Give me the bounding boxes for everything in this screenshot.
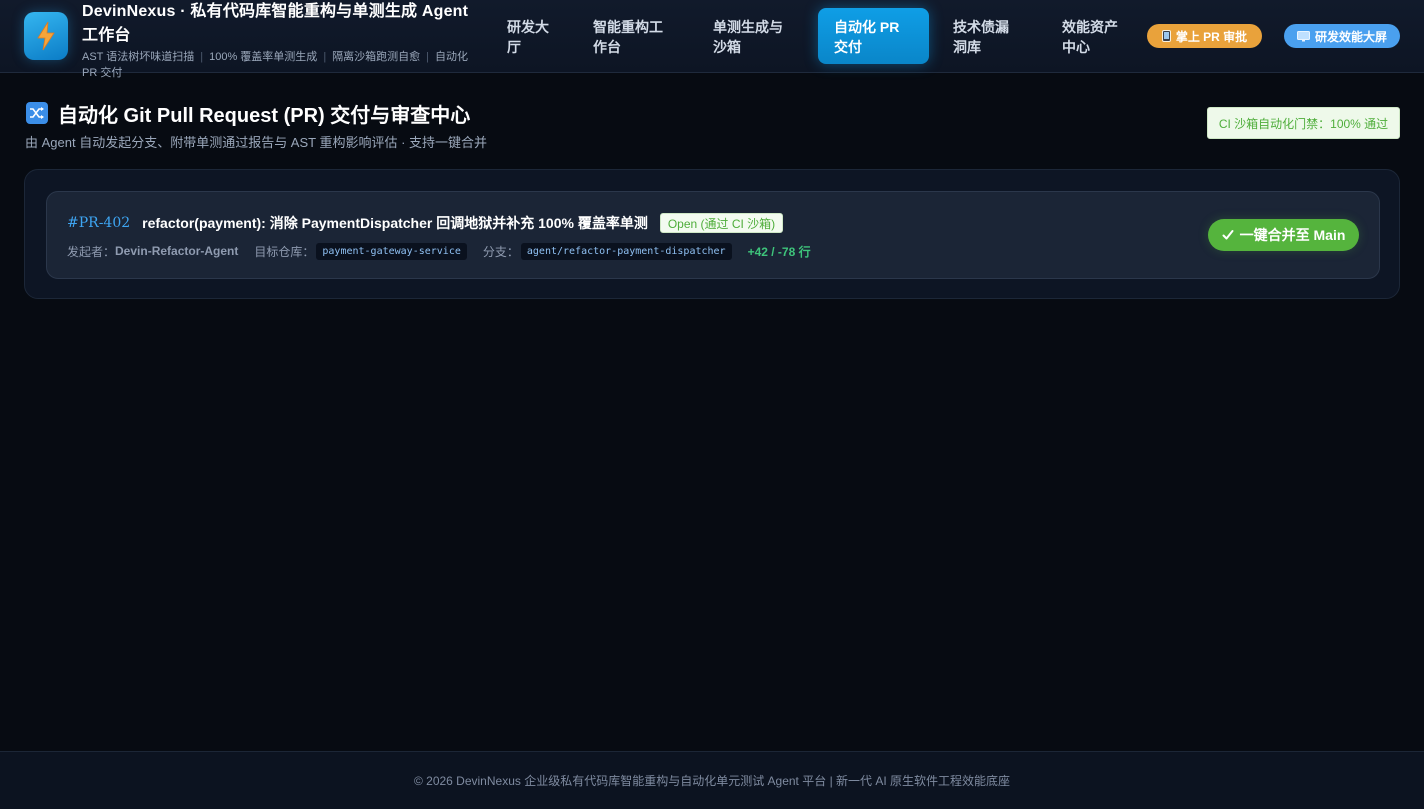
pr-review-pill-button[interactable]: 掌上 PR 审批: [1147, 24, 1262, 48]
brand-title: DevinNexus · 私有代码库智能重构与单测生成 Agent 工作台: [82, 3, 469, 44]
repo-label: 目标仓库：: [254, 244, 315, 259]
branch-label: 分支：: [482, 244, 519, 259]
pr-header-line: #PR-402 refactor(payment): 消除 PaymentDis…: [67, 212, 784, 234]
page-title: 自动化 Git Pull Request (PR) 交付与审查中心: [26, 100, 471, 127]
merge-to-main-button[interactable]: 一键合并至 Main: [1208, 219, 1359, 251]
merge-button-label: 一键合并至 Main: [1239, 227, 1346, 243]
brand-tag: 隔离沙箱跑测自愈: [332, 51, 421, 63]
repo-chip: payment-gateway-service: [316, 242, 467, 260]
nav-item-asset-center[interactable]: 效能资产中心: [1046, 8, 1136, 64]
checkmark-icon: [1222, 230, 1234, 240]
pr-status-badge: Open (通过 CI 沙箱): [659, 213, 784, 233]
dashboard-pill-button[interactable]: 研发效能大屏: [1284, 24, 1400, 48]
branch-chip: agent/refactor-payment-dispatcher: [520, 242, 732, 260]
mobile-phone-icon: [1161, 30, 1171, 42]
nav-item-pr-delivery[interactable]: 自动化 PR 交付: [818, 8, 929, 64]
nav-item-tech-debt[interactable]: 技术债漏洞库: [937, 8, 1035, 64]
footer: © 2026 DevinNexus 企业级私有代码库智能重构与自动化单元测试 A…: [0, 751, 1424, 809]
brand-block: DevinNexus · 私有代码库智能重构与单测生成 Agent 工作台 AS…: [82, 0, 482, 81]
page-subtitle: 由 Agent 自动发起分支、附带单测通过报告与 AST 重构影响评估 · 支持…: [25, 135, 488, 150]
separator: |: [200, 51, 204, 63]
monitor-icon: [1296, 30, 1310, 41]
pr-id[interactable]: #PR-402: [67, 215, 130, 231]
nav-item-dev-hall[interactable]: 研发大厅: [491, 8, 573, 64]
pr-author: Devin-Refactor-Agent: [115, 244, 239, 258]
nav-item-refactor-workbench[interactable]: 智能重构工作台: [577, 8, 687, 64]
brand-tag: AST 语法树坏味道扫描: [82, 51, 195, 63]
ci-gate-badge: CI 沙箱自动化门禁：100% 通过: [1207, 107, 1400, 139]
brand-tag: 100% 覆盖率单测生成: [209, 51, 318, 63]
dashboard-pill-label: 研发效能大屏: [1314, 29, 1387, 44]
separator: |: [426, 51, 430, 63]
brand-subtitle: AST 语法树坏味道扫描 | 100% 覆盖率单测生成 | 隔离沙箱跑测自愈 | 自动化 P…: [82, 49, 482, 81]
pr-review-pill-label: 掌上 PR 审批: [1175, 29, 1248, 44]
lightning-bolt-icon: [37, 21, 55, 51]
pr-title[interactable]: refactor(payment): 消除 PaymentDispatcher …: [142, 213, 648, 233]
top-bar: DevinNexus · 私有代码库智能重构与单测生成 Agent 工作台 AS…: [0, 0, 1424, 79]
page-title-text: 自动化 Git Pull Request (PR) 交付与审查中心: [58, 104, 471, 127]
pr-card[interactable]: #PR-402 refactor(payment): 消除 PaymentDis…: [46, 191, 1380, 279]
nav-item-unit-test-sandbox[interactable]: 单测生成与沙箱: [697, 8, 807, 64]
footer-text: © 2026 DevinNexus 企业级私有代码库智能重构与自动化单元测试 A…: [413, 774, 1011, 788]
pr-meta-line: 发起者： Devin-Refactor-Agent 目标仓库： payment-…: [67, 242, 811, 260]
pr-list-panel: #PR-402 refactor(payment): 消除 PaymentDis…: [24, 169, 1400, 299]
shuffle-icon: [26, 102, 48, 124]
author-label: 发起者：: [67, 244, 116, 259]
lightning-logo-icon[interactable]: [24, 12, 68, 60]
separator: |: [323, 51, 327, 63]
diff-stats: +42 / -78 行: [747, 244, 811, 259]
